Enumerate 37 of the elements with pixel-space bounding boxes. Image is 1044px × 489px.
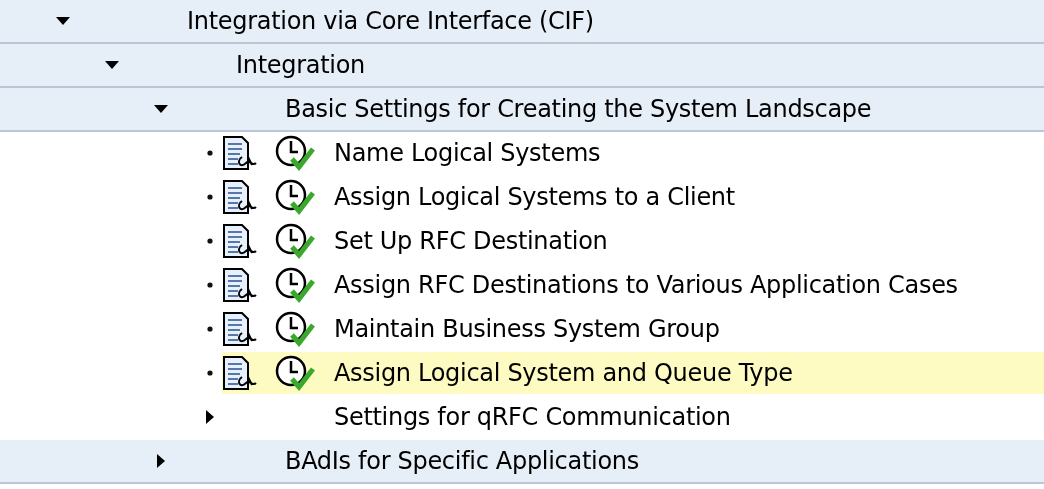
bullet-icon: [206, 194, 213, 200]
activity-row[interactable]: Maintain Business System Group: [222, 308, 1044, 350]
clock-check-icon[interactable]: [274, 135, 316, 171]
document-icon[interactable]: [222, 179, 260, 215]
document-icon[interactable]: [222, 135, 260, 171]
tree-node-label: Maintain Business System Group: [334, 315, 720, 343]
document-icon[interactable]: [222, 223, 260, 259]
tree-node-label: Assign Logical System and Queue Type: [334, 359, 793, 387]
tree-node-label[interactable]: Settings for qRFC Communication: [334, 403, 731, 431]
activity-row[interactable]: Assign Logical System and Queue Type: [222, 352, 1044, 394]
document-icon[interactable]: [222, 311, 260, 347]
tree-node-label: Assign RFC Destinations to Various Application Cases: [334, 271, 958, 299]
document-icon[interactable]: [222, 267, 260, 303]
tree-node-label: Assign Logical Systems to a Client: [334, 183, 735, 211]
bullet-icon: [206, 370, 213, 376]
expanded-caret-icon[interactable]: [152, 104, 169, 114]
clock-check-icon[interactable]: [274, 311, 316, 347]
tree-node-label: Name Logical Systems: [334, 139, 601, 167]
document-icon[interactable]: [222, 355, 260, 391]
bullet-icon: [206, 326, 213, 332]
tree-node-label: Set Up RFC Destination: [334, 227, 608, 255]
clock-check-icon[interactable]: [274, 179, 316, 215]
clock-check-icon[interactable]: [274, 267, 316, 303]
activity-row[interactable]: Name Logical Systems: [222, 132, 1044, 174]
bullet-icon: [206, 282, 213, 288]
collapsed-caret-icon[interactable]: [155, 453, 166, 469]
bullet-icon: [206, 150, 213, 156]
activity-row[interactable]: Set Up RFC Destination: [222, 220, 1044, 262]
activity-row[interactable]: Assign Logical Systems to a Client: [222, 176, 1044, 218]
expanded-caret-icon[interactable]: [103, 60, 120, 70]
clock-check-icon[interactable]: [274, 223, 316, 259]
bullet-icon: [206, 238, 213, 244]
expanded-caret-icon[interactable]: [54, 16, 71, 26]
collapsed-caret-icon[interactable]: [204, 409, 215, 425]
tree-node-label[interactable]: Integration: [236, 51, 365, 79]
activity-row[interactable]: Assign RFC Destinations to Various Application Cases: [222, 264, 1044, 306]
clock-check-icon[interactable]: [274, 355, 316, 391]
